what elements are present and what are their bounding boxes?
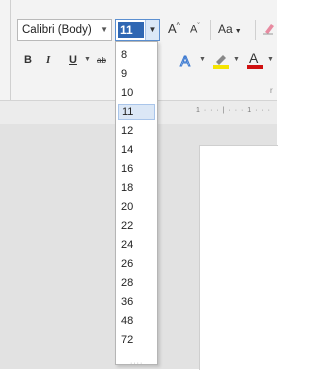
font-size-option[interactable]: 14 — [118, 142, 155, 158]
bold-button[interactable]: B — [24, 54, 32, 66]
font-name-value: Calibri (Body) — [22, 24, 92, 36]
italic-button[interactable]: I — [46, 54, 50, 66]
chevron-down-icon[interactable]: ▼ — [199, 56, 206, 63]
document-page[interactable] — [199, 145, 278, 370]
text-effects-icon[interactable]: A — [179, 52, 195, 69]
group-label: r — [270, 86, 273, 95]
shrink-font-button[interactable]: Aˇ — [190, 23, 200, 36]
font-size-option[interactable]: 24 — [118, 237, 155, 253]
underline-button[interactable]: U — [69, 54, 77, 66]
font-size-option[interactable]: 8 — [118, 47, 155, 63]
font-size-option[interactable]: 26 — [118, 256, 155, 272]
svg-text:A: A — [180, 53, 190, 68]
font-size-value[interactable]: 11 — [118, 22, 144, 38]
change-case-label: Aa — [218, 22, 233, 36]
font-size-option[interactable]: 48 — [118, 313, 155, 329]
grow-font-label: A — [168, 21, 177, 36]
font-size-option[interactable]: 9 — [118, 66, 155, 82]
font-size-option[interactable]: 36 — [118, 294, 155, 310]
grow-font-button[interactable]: A^ — [168, 21, 180, 36]
change-case-button[interactable]: Aa ▼ — [218, 22, 242, 36]
ruler-marks: 1 · · · | · · · 1 · · · — [196, 107, 271, 114]
font-size-option[interactable]: 18 — [118, 180, 155, 196]
caret-up-icon: ^ — [176, 22, 180, 30]
chevron-down-icon: ▼ — [234, 28, 242, 35]
chevron-down-icon[interactable]: ▼ — [145, 20, 159, 40]
font-size-option[interactable]: 28 — [118, 275, 155, 291]
font-name-combo[interactable]: Calibri (Body) ▼ — [17, 19, 112, 41]
font-size-option[interactable]: 72 — [118, 332, 155, 348]
font-size-option[interactable]: 11 — [118, 104, 155, 120]
chevron-down-icon[interactable]: ▼ — [100, 20, 108, 40]
strikethrough-button[interactable]: ab — [97, 56, 106, 65]
font-size-option[interactable]: 10 — [118, 85, 155, 101]
highlight-icon[interactable] — [212, 52, 230, 69]
font-color-icon[interactable]: A — [247, 50, 263, 69]
ribbon-divider — [10, 0, 11, 100]
chevron-down-icon[interactable]: ▼ — [267, 56, 274, 63]
separator — [255, 20, 256, 40]
font-size-option[interactable]: 22 — [118, 218, 155, 234]
resize-grip-icon[interactable]: ···· — [130, 360, 143, 367]
font-size-option[interactable]: 20 — [118, 199, 155, 215]
chevron-down-icon[interactable]: ▼ — [233, 56, 240, 63]
caret-down-icon: ˇ — [197, 23, 200, 30]
separator — [210, 20, 211, 40]
font-size-option[interactable]: 16 — [118, 161, 155, 177]
font-size-option[interactable]: 12 — [118, 123, 155, 139]
font-size-dropdown[interactable]: 8 9 10 11 12 14 16 18 20 22 24 26 28 36 48 72 ···· — [115, 41, 158, 367]
font-size-combo[interactable]: 11 ▼ — [115, 19, 160, 41]
svg-text:A: A — [249, 50, 259, 66]
clear-formatting-icon[interactable] — [262, 21, 274, 35]
chevron-down-icon[interactable]: ▼ — [84, 56, 91, 63]
